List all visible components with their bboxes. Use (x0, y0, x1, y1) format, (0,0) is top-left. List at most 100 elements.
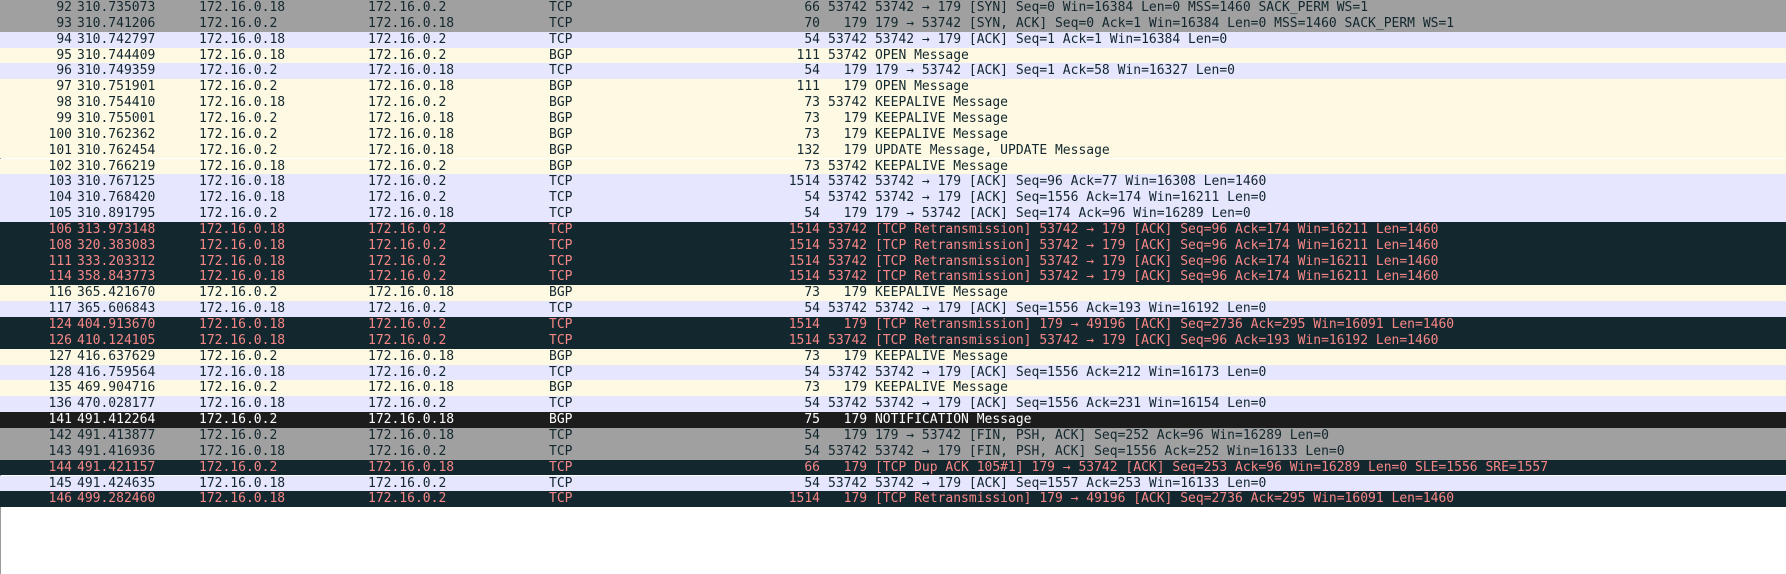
packet-number: 106 (48, 221, 72, 237)
packet-row[interactable]: 116 365.421670 172.16.0.2 172.16.0.18 BGP 73 … (0, 285, 1786, 302)
packet-row[interactable]: 98 310.754410 172.16.0.18 172.16.0.2 BGP 73 53… (0, 95, 1786, 111)
packet-info: 179 [TCP Retransmission] 179 → 49196 [AC… (828, 491, 1455, 507)
packet-number: 127 (48, 348, 72, 364)
packet-source: 172.16.0.18 (199, 158, 286, 174)
packet-row[interactable]: 143 491.416936 172.16.0.18 172.16.0.2 TCP 54 5… (0, 443, 1786, 460)
packet-info: 179 UPDATE Message, UPDATE Message (828, 142, 1110, 158)
packet-source: 172.16.0.2 (199, 15, 278, 31)
packet-row[interactable]: 128 416.759564 172.16.0.18 172.16.0.2 TCP 54 5… (0, 364, 1786, 381)
packet-time: 310.762454 (77, 142, 156, 158)
packet-row[interactable]: 96 310.749359 172.16.0.2 172.16.0.18 TCP 54 1… (0, 63, 1786, 80)
packet-source: 172.16.0.18 (199, 269, 286, 285)
packet-length: 111 (796, 47, 820, 63)
packet-protocol: TCP (549, 491, 573, 507)
packet-row[interactable]: 94 310.742797 172.16.0.18 172.16.0.2 TCP 54 53… (0, 31, 1786, 48)
packet-row[interactable]: 145 491.424635 172.16.0.18 172.16.0.2 TCP 54 5… (0, 475, 1786, 492)
packet-protocol: TCP (549, 63, 573, 79)
packet-length: 1514 (788, 174, 820, 190)
packet-row[interactable]: 126 410.124105 172.16.0.18 172.16.0.2 TCP 151… (0, 332, 1786, 349)
packet-time: 310.744409 (77, 47, 156, 63)
packet-time: 365.606843 (77, 301, 156, 317)
packet-time: 313.973148 (77, 221, 156, 237)
packet-row[interactable]: 103 310.767125 172.16.0.18 172.16.0.2 TCP 151… (0, 174, 1786, 191)
packet-row[interactable]: 114 358.843773 172.16.0.18 172.16.0.2 TCP 151… (0, 269, 1786, 286)
packet-length: 73 (804, 158, 820, 174)
packet-row[interactable]: 95 310.744409 172.16.0.18 172.16.0.2 BGP 111 5… (0, 47, 1786, 64)
packet-source: 172.16.0.2 (199, 63, 278, 79)
packet-row[interactable]: 99 310.755001 172.16.0.2 172.16.0.18 BGP 73 1… (0, 110, 1786, 127)
packet-info: 53742 53742 → 179 [ACK] Seq=1557 Ack=253… (828, 475, 1267, 491)
packet-destination: 172.16.0.18 (368, 126, 455, 142)
packet-row[interactable]: 92 310.735073 172.16.0.18 172.16.0.2 TCP 66 53… (0, 0, 1786, 16)
packet-length: 1514 (788, 491, 820, 507)
packet-row[interactable]: 127 416.637629 172.16.0.2 172.16.0.18 BGP 73 … (0, 348, 1786, 365)
packet-protocol: TCP (549, 206, 573, 222)
packet-protocol: BGP (549, 110, 573, 126)
packet-length: 73 (804, 285, 820, 301)
packet-protocol: BGP (549, 348, 573, 364)
packet-source: 172.16.0.18 (199, 491, 286, 507)
packet-row[interactable]: 100 310.762362 172.16.0.2 172.16.0.18 BGP 73 … (0, 126, 1786, 143)
packet-protocol: BGP (549, 95, 573, 111)
packet-protocol: TCP (549, 364, 573, 380)
packet-row[interactable]: 142 491.413877 172.16.0.2 172.16.0.18 TCP 54 … (0, 427, 1786, 444)
packet-source: 172.16.0.18 (199, 396, 286, 412)
packet-source: 172.16.0.18 (199, 95, 286, 111)
packet-length: 54 (804, 443, 820, 459)
packet-length: 54 (804, 206, 820, 222)
packet-info: 179 179 → 53742 [ACK] Seq=1 Ack=58 Win=1… (828, 63, 1235, 79)
packet-length: 1514 (788, 332, 820, 348)
packet-row[interactable]: 144 491.421157 172.16.0.2 172.16.0.18 TCP 66 … (0, 459, 1786, 476)
packet-info: 179 179 → 53742 [SYN, ACK] Seq=0 Ack=1 W… (828, 15, 1455, 31)
packet-protocol: BGP (549, 380, 573, 396)
packet-destination: 172.16.0.18 (368, 79, 455, 95)
packet-number: 143 (48, 443, 72, 459)
packet-row[interactable]: 104 310.768420 172.16.0.18 172.16.0.2 TCP 54 5… (0, 190, 1786, 207)
packet-row[interactable]: 117 365.606843 172.16.0.18 172.16.0.2 TCP 54 5… (0, 301, 1786, 317)
packet-row[interactable]: 124 404.913670 172.16.0.18 172.16.0.2 TCP 151… (0, 317, 1786, 333)
packet-length: 132 (796, 142, 820, 158)
packet-source: 172.16.0.2 (199, 142, 278, 158)
packet-time: 416.637629 (77, 348, 156, 364)
packet-length: 54 (804, 475, 820, 491)
packet-info: 53742 53742 → 179 [ACK] Seq=96 Ack=77 Wi… (828, 174, 1267, 190)
packet-row[interactable]: 108 320.383083 172.16.0.18 172.16.0.2 TCP 151… (0, 237, 1786, 254)
packet-length: 73 (804, 95, 820, 111)
packet-info: 179 KEEPALIVE Message (828, 348, 1009, 364)
packet-info: 53742 [TCP Retransmission] 53742 → 179 [… (828, 221, 1439, 237)
packet-destination: 172.16.0.2 (368, 475, 447, 491)
packet-row[interactable]: 136 470.028177 172.16.0.18 172.16.0.2 TCP 54 5… (0, 396, 1786, 413)
packet-source: 172.16.0.2 (199, 79, 278, 95)
packet-time: 310.755001 (77, 110, 156, 126)
packet-info: 53742 53742 → 179 [ACK] Seq=1 Ack=1 Win=… (828, 31, 1228, 47)
packet-list[interactable]: 92 310.735073 172.16.0.18 172.16.0.2 TCP 66 53… (0, 0, 1786, 574)
packet-row[interactable]: 135 469.904716 172.16.0.2 172.16.0.18 BGP 73 … (0, 380, 1786, 397)
packet-row[interactable]: 93 310.741206 172.16.0.2 172.16.0.18 TCP 70 1… (0, 15, 1786, 32)
packet-row[interactable]: 106 313.973148 172.16.0.18 172.16.0.2 TCP 151… (0, 221, 1786, 238)
packet-time: 491.412264 (77, 412, 156, 428)
packet-protocol: BGP (549, 412, 573, 428)
packet-length: 1514 (788, 253, 820, 269)
packet-row[interactable]: 97 310.751901 172.16.0.2 172.16.0.18 BGP 111 … (0, 79, 1786, 96)
packet-info: 179 179 → 53742 [FIN, PSH, ACK] Seq=252 … (828, 427, 1329, 443)
packet-row[interactable]: 101 310.762454 172.16.0.2 172.16.0.18 BGP 132… (0, 142, 1786, 159)
packet-row[interactable]: 105 310.891795 172.16.0.2 172.16.0.18 TCP 54 … (0, 206, 1786, 222)
packet-number: 116 (48, 285, 72, 301)
packet-source: 172.16.0.18 (199, 364, 286, 380)
packet-row[interactable]: 111 333.203312 172.16.0.18 172.16.0.2 TCP 151… (0, 253, 1786, 270)
packet-destination: 172.16.0.2 (368, 332, 447, 348)
packet-time: 310.735073 (77, 0, 156, 15)
packet-number: 97 (56, 79, 72, 95)
packet-time: 320.383083 (77, 237, 156, 253)
packet-destination: 172.16.0.2 (368, 443, 447, 459)
packet-number: 111 (48, 253, 72, 269)
packet-row[interactable]: 141 491.412264 172.16.0.2 172.16.0.18 BGP 75 … (0, 412, 1786, 428)
packet-number: 103 (48, 174, 72, 190)
packet-row[interactable]: 102 310.766219 172.16.0.18 172.16.0.2 BGP 73 5… (0, 158, 1786, 175)
packet-source: 172.16.0.18 (199, 443, 286, 459)
packet-length: 1514 (788, 269, 820, 285)
packet-time: 310.742797 (77, 31, 156, 47)
packet-length: 66 (804, 0, 820, 15)
packet-row[interactable]: 146 499.282460 172.16.0.18 172.16.0.2 TCP 151… (0, 491, 1786, 508)
packet-length: 73 (804, 380, 820, 396)
